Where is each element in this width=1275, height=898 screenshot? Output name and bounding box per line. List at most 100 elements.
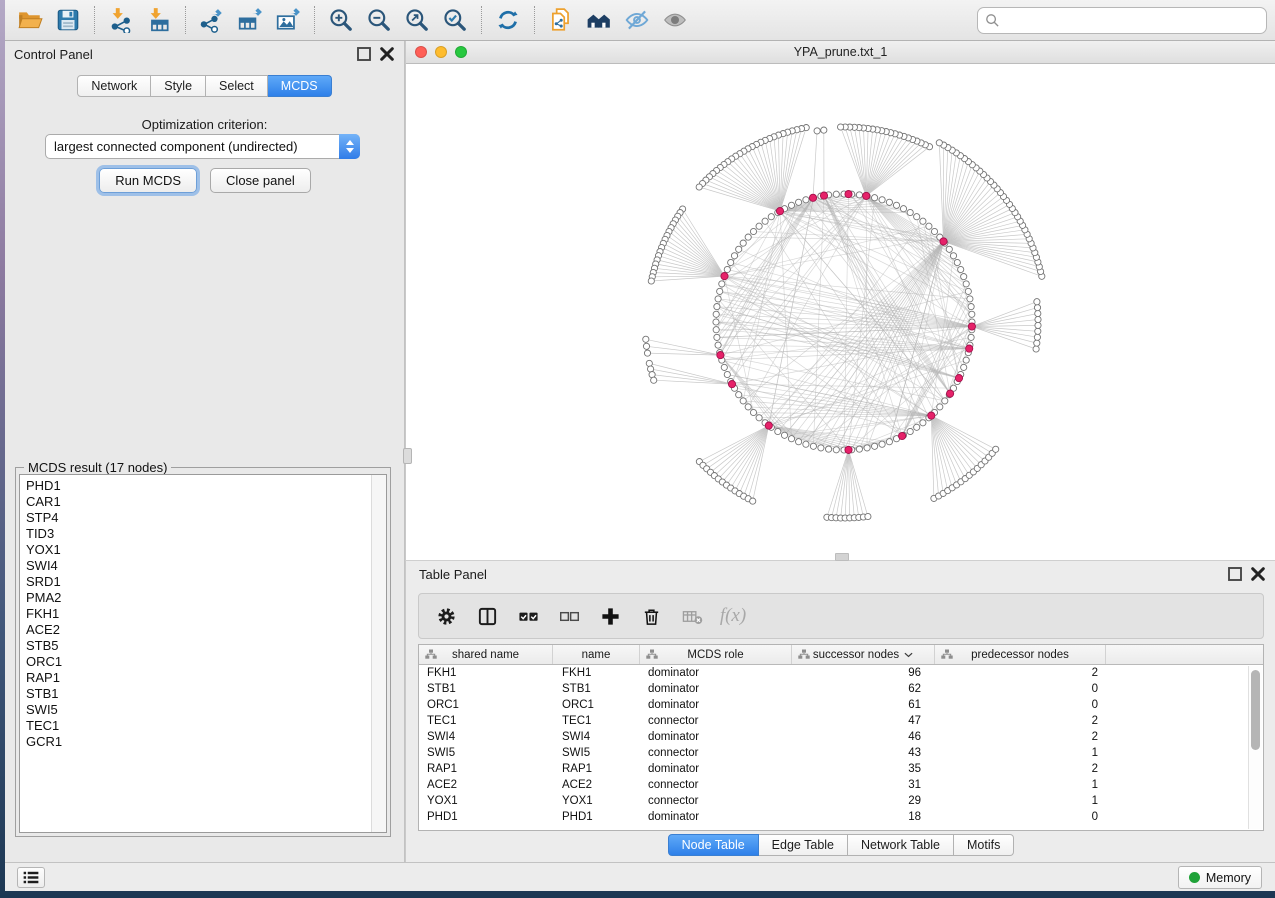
mcds-result-item[interactable]: SWI5 — [26, 702, 368, 718]
column-header-MCDS-role[interactable]: MCDS role — [640, 645, 792, 664]
export-network-button[interactable] — [193, 4, 231, 36]
table-tab-edge-table[interactable]: Edge Table — [759, 834, 848, 856]
cell-succ: 46 — [792, 729, 935, 745]
mcds-result-item[interactable]: FKH1 — [26, 606, 368, 622]
mcds-result-item[interactable]: STP4 — [26, 510, 368, 526]
node-table: shared name nameMCDS rolesuccessor nodesp… — [418, 644, 1264, 831]
mcds-result-item[interactable]: GCR1 — [26, 734, 368, 750]
table-tab-motifs[interactable]: Motifs — [954, 834, 1014, 856]
cell-role: dominator — [640, 681, 792, 697]
float-table-panel-button[interactable] — [1227, 566, 1243, 582]
search-input[interactable] — [1000, 10, 1266, 32]
import-table-icon — [146, 7, 172, 33]
memory-button[interactable]: Memory — [1178, 866, 1262, 889]
column-header-successor-nodes[interactable]: successor nodes — [792, 645, 935, 664]
table-row[interactable]: ORC1ORC1dominator610 — [419, 697, 1263, 713]
columns-icon — [477, 606, 498, 627]
run-mcds-button[interactable]: Run MCDS — [99, 168, 197, 193]
cell-role: connector — [640, 777, 792, 793]
cell-pred: 2 — [935, 761, 1106, 777]
zoom-in-button[interactable] — [322, 4, 360, 36]
float-icon — [356, 46, 372, 62]
tab-network[interactable]: Network — [77, 75, 151, 97]
neighbors-icon — [586, 7, 612, 33]
list-menu-icon — [22, 870, 40, 885]
tab-select[interactable]: Select — [206, 75, 268, 97]
close-table-panel-button[interactable] — [1250, 566, 1266, 582]
mcds-result-item[interactable]: TEC1 — [26, 718, 368, 734]
tab-style[interactable]: Style — [151, 75, 206, 97]
cell-name: ACE2 — [553, 777, 640, 793]
export-image-button[interactable] — [269, 4, 307, 36]
result-list-scrollbar[interactable] — [371, 475, 386, 832]
table-row[interactable]: SWI5SWI5connector431 — [419, 745, 1263, 761]
zoom-selected-button[interactable] — [436, 4, 474, 36]
horizontal-splitter-handle[interactable] — [835, 553, 849, 561]
table-tab-network-table[interactable]: Network Table — [848, 834, 954, 856]
show-all-button[interactable] — [656, 4, 694, 36]
column-header-predecessor-nodes[interactable]: predecessor nodes — [935, 645, 1106, 664]
close-panel-button[interactable] — [379, 46, 395, 62]
zoom-fit-icon — [404, 7, 430, 33]
mcds-result-item[interactable]: ACE2 — [26, 622, 368, 638]
new-network-from-selection-button[interactable] — [542, 4, 580, 36]
table-row[interactable]: YOX1YOX1connector291 — [419, 793, 1263, 809]
mcds-result-item[interactable]: ORC1 — [26, 654, 368, 670]
mcds-result-item[interactable]: YOX1 — [26, 542, 368, 558]
open-file-button[interactable] — [11, 4, 49, 36]
vertical-splitter-handle[interactable] — [403, 448, 412, 464]
table-mode-button[interactable] — [434, 604, 458, 628]
folder-open-icon — [17, 7, 43, 33]
column-header-shared-name[interactable]: shared name — [419, 645, 553, 664]
import-table-button[interactable] — [140, 4, 178, 36]
mcds-result-item[interactable]: STB5 — [26, 638, 368, 654]
network-view-window: YPA_prune.txt_1 — [405, 41, 1275, 560]
column-header-name[interactable]: name — [553, 645, 640, 664]
mcds-result-item[interactable]: RAP1 — [26, 670, 368, 686]
import-network-button[interactable] — [102, 4, 140, 36]
select-all-button[interactable] — [516, 604, 540, 628]
table-row[interactable]: FKH1FKH1dominator962 — [419, 665, 1263, 681]
mcds-result-item[interactable]: STB1 — [26, 686, 368, 702]
save-session-button[interactable] — [49, 4, 87, 36]
show-columns-button[interactable] — [475, 604, 499, 628]
zoom-out-button[interactable] — [360, 4, 398, 36]
criterion-dropdown[interactable]: largest connected component (undirected) — [45, 134, 360, 159]
table-tab-node-table[interactable]: Node Table — [668, 834, 759, 856]
table-row[interactable]: STB1STB1dominator620 — [419, 681, 1263, 697]
create-column-button[interactable] — [598, 604, 622, 628]
mcds-result-item[interactable]: SWI4 — [26, 558, 368, 574]
panel-menu-button[interactable] — [17, 867, 45, 888]
close-mcds-panel-button[interactable]: Close panel — [210, 168, 311, 193]
hide-selected-button[interactable] — [618, 4, 656, 36]
network-canvas[interactable] — [406, 64, 1275, 560]
mcds-result-item[interactable]: SRD1 — [26, 574, 368, 590]
table-row[interactable]: ACE2ACE2connector311 — [419, 777, 1263, 793]
table-scrollbar-thumb[interactable] — [1251, 670, 1260, 750]
cell-name: FKH1 — [553, 665, 640, 681]
mcds-result-item[interactable]: TID3 — [26, 526, 368, 542]
table-row[interactable]: TEC1TEC1connector472 — [419, 713, 1263, 729]
column-header-empty — [1106, 645, 1263, 664]
mcds-result-item[interactable]: PHD1 — [26, 478, 368, 494]
zoom-fit-button[interactable] — [398, 4, 436, 36]
mcds-result-item[interactable]: CAR1 — [26, 494, 368, 510]
delete-columns-button[interactable] — [639, 604, 663, 628]
tab-mcds[interactable]: MCDS — [268, 75, 332, 97]
control-panel-tabs: NetworkStyleSelectMCDS — [5, 75, 404, 97]
optimization-criterion-label: Optimization criterion: — [5, 117, 404, 132]
table-row[interactable]: SWI4SWI4dominator462 — [419, 729, 1263, 745]
trash-icon — [641, 606, 662, 627]
cell-name: ORC1 — [553, 697, 640, 713]
mcds-result-item[interactable]: PMA2 — [26, 590, 368, 606]
table-scrollbar-track[interactable] — [1248, 666, 1262, 829]
column-label: shared name — [452, 649, 519, 661]
float-panel-button[interactable] — [356, 46, 372, 62]
table-row[interactable]: RAP1RAP1dominator352 — [419, 761, 1263, 777]
table-row[interactable]: PHD1PHD1dominator180 — [419, 809, 1263, 825]
apply-layout-button[interactable] — [489, 4, 527, 36]
export-table-button[interactable] — [231, 4, 269, 36]
deselect-all-button[interactable] — [557, 604, 581, 628]
network-window-title: YPA_prune.txt_1 — [406, 45, 1275, 59]
first-neighbors-button[interactable] — [580, 4, 618, 36]
